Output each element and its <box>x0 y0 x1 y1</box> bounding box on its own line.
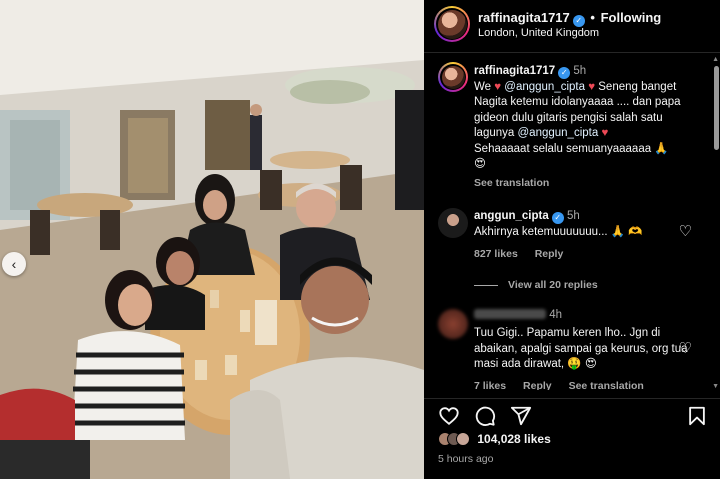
comment-meta: 7 likes Reply See translation <box>474 380 658 390</box>
comment-likes[interactable]: 7 likes <box>474 380 506 390</box>
separator-dot: • <box>590 10 595 25</box>
comment-item: anggun_cipta ✓ 5h Akhirnya ketemuuuuuuu..… <box>474 209 674 240</box>
comment-like-heart-icon[interactable]: ♡ <box>679 222 692 240</box>
caption-mention-2[interactable]: @anggun_cipta <box>518 127 599 139</box>
comment-head: 4h <box>474 309 562 321</box>
relieved-emoji-icon: 🤑 <box>567 358 582 370</box>
posted-time: 5 hours ago <box>438 453 494 465</box>
red-heart-emoji-icon: ♥ <box>601 127 609 139</box>
scroll-up-arrow-icon[interactable]: ▲ <box>712 56 719 63</box>
view-replies-button[interactable]: View all 20 replies <box>474 279 598 291</box>
caption-text-1: We <box>474 80 492 93</box>
heart-hands-emoji-icon: 🫶 <box>628 225 643 238</box>
praying-hands-emoji-icon: 🙏 <box>610 225 626 238</box>
post-header: raffinagita1717 ✓ • Following London, Uni… <box>424 0 720 53</box>
view-replies-label: View all 20 replies <box>508 279 598 291</box>
heart-eyes-emoji-icon: 😍 <box>474 158 486 170</box>
heart-icon[interactable] <box>438 405 460 427</box>
caption-text-3: Sehaaaaat selalu semuanyaaaaaa <box>474 142 652 155</box>
comment-time: 4h <box>549 309 562 321</box>
caption-see-translation[interactable]: See translation <box>474 177 549 189</box>
post-photo[interactable]: ‹ <box>0 0 424 479</box>
like-count[interactable]: 104,028 likes <box>477 432 550 446</box>
chevron-left-icon[interactable]: ‹ <box>2 252 26 276</box>
caption-mention-1[interactable]: @anggun_cipta <box>504 81 585 93</box>
header-username[interactable]: raffinagita1717 <box>478 10 570 25</box>
bookmark-icon[interactable] <box>686 405 708 427</box>
comment-avatar[interactable] <box>438 208 468 238</box>
caption-avatar[interactable] <box>438 62 468 92</box>
red-heart-emoji-icon: ♥ <box>494 80 502 93</box>
comment-time: 5h <box>566 210 580 222</box>
comment-avatar[interactable] <box>438 309 468 339</box>
share-icon[interactable] <box>510 405 532 427</box>
liker-avatar <box>456 432 470 446</box>
scroll-down-arrow-icon[interactable]: ▼ <box>712 383 719 390</box>
comment-item: Tuu Gigi.. Papamu keren lho.. Jgn di aba… <box>474 326 694 373</box>
restaurant-group-photo <box>0 0 424 479</box>
comment-reply-button[interactable]: Reply <box>523 380 552 390</box>
comment-username[interactable]: anggun_cipta <box>474 210 549 222</box>
post-caption: raffinagita1717 ✓ 5h We ♥ @anggun_cipta ♥… <box>474 64 704 173</box>
comments-scrollbar[interactable]: ▲ ▼ <box>712 56 719 390</box>
comment-icon[interactable] <box>474 405 496 427</box>
likes-summary[interactable]: 104,028 likes <box>438 432 551 446</box>
caption-time: 5h <box>573 65 587 77</box>
blurred-username[interactable] <box>474 309 546 319</box>
profile-avatar[interactable] <box>434 6 470 42</box>
divider-line <box>474 284 498 286</box>
verified-badge-icon: ✓ <box>558 67 571 79</box>
comment-reply-button[interactable]: Reply <box>535 248 564 260</box>
verified-badge-icon: ✓ <box>551 212 564 224</box>
post-side-panel: raffinagita1717 ✓ • Following London, Uni… <box>424 0 720 479</box>
action-bar <box>424 398 720 430</box>
caption-username[interactable]: raffinagita1717 <box>474 65 555 77</box>
following-button[interactable]: Following <box>601 10 662 25</box>
comment-likes[interactable]: 827 likes <box>474 248 518 260</box>
red-heart-emoji-icon: ♥ <box>588 80 596 93</box>
heart-eyes-emoji-icon: 😍 <box>584 358 597 370</box>
comment-text: Akhirnya ketemuuuuuuu... <box>474 225 608 238</box>
scrollbar-thumb[interactable] <box>714 66 719 150</box>
comment-like-heart-icon[interactable]: ♡ <box>679 339 692 357</box>
comment-meta: 827 likes Reply <box>474 248 577 260</box>
location-link[interactable]: London, United Kingdom <box>478 27 599 39</box>
praying-hands-emoji-icon: 🙏 <box>654 142 669 155</box>
verified-badge-icon: ✓ <box>572 15 585 27</box>
comments-list[interactable]: raffinagita1717 ✓ 5h We ♥ @anggun_cipta ♥… <box>424 54 720 390</box>
comment-see-translation[interactable]: See translation <box>569 380 644 390</box>
header-user-line: raffinagita1717 ✓ • Following <box>478 10 661 27</box>
